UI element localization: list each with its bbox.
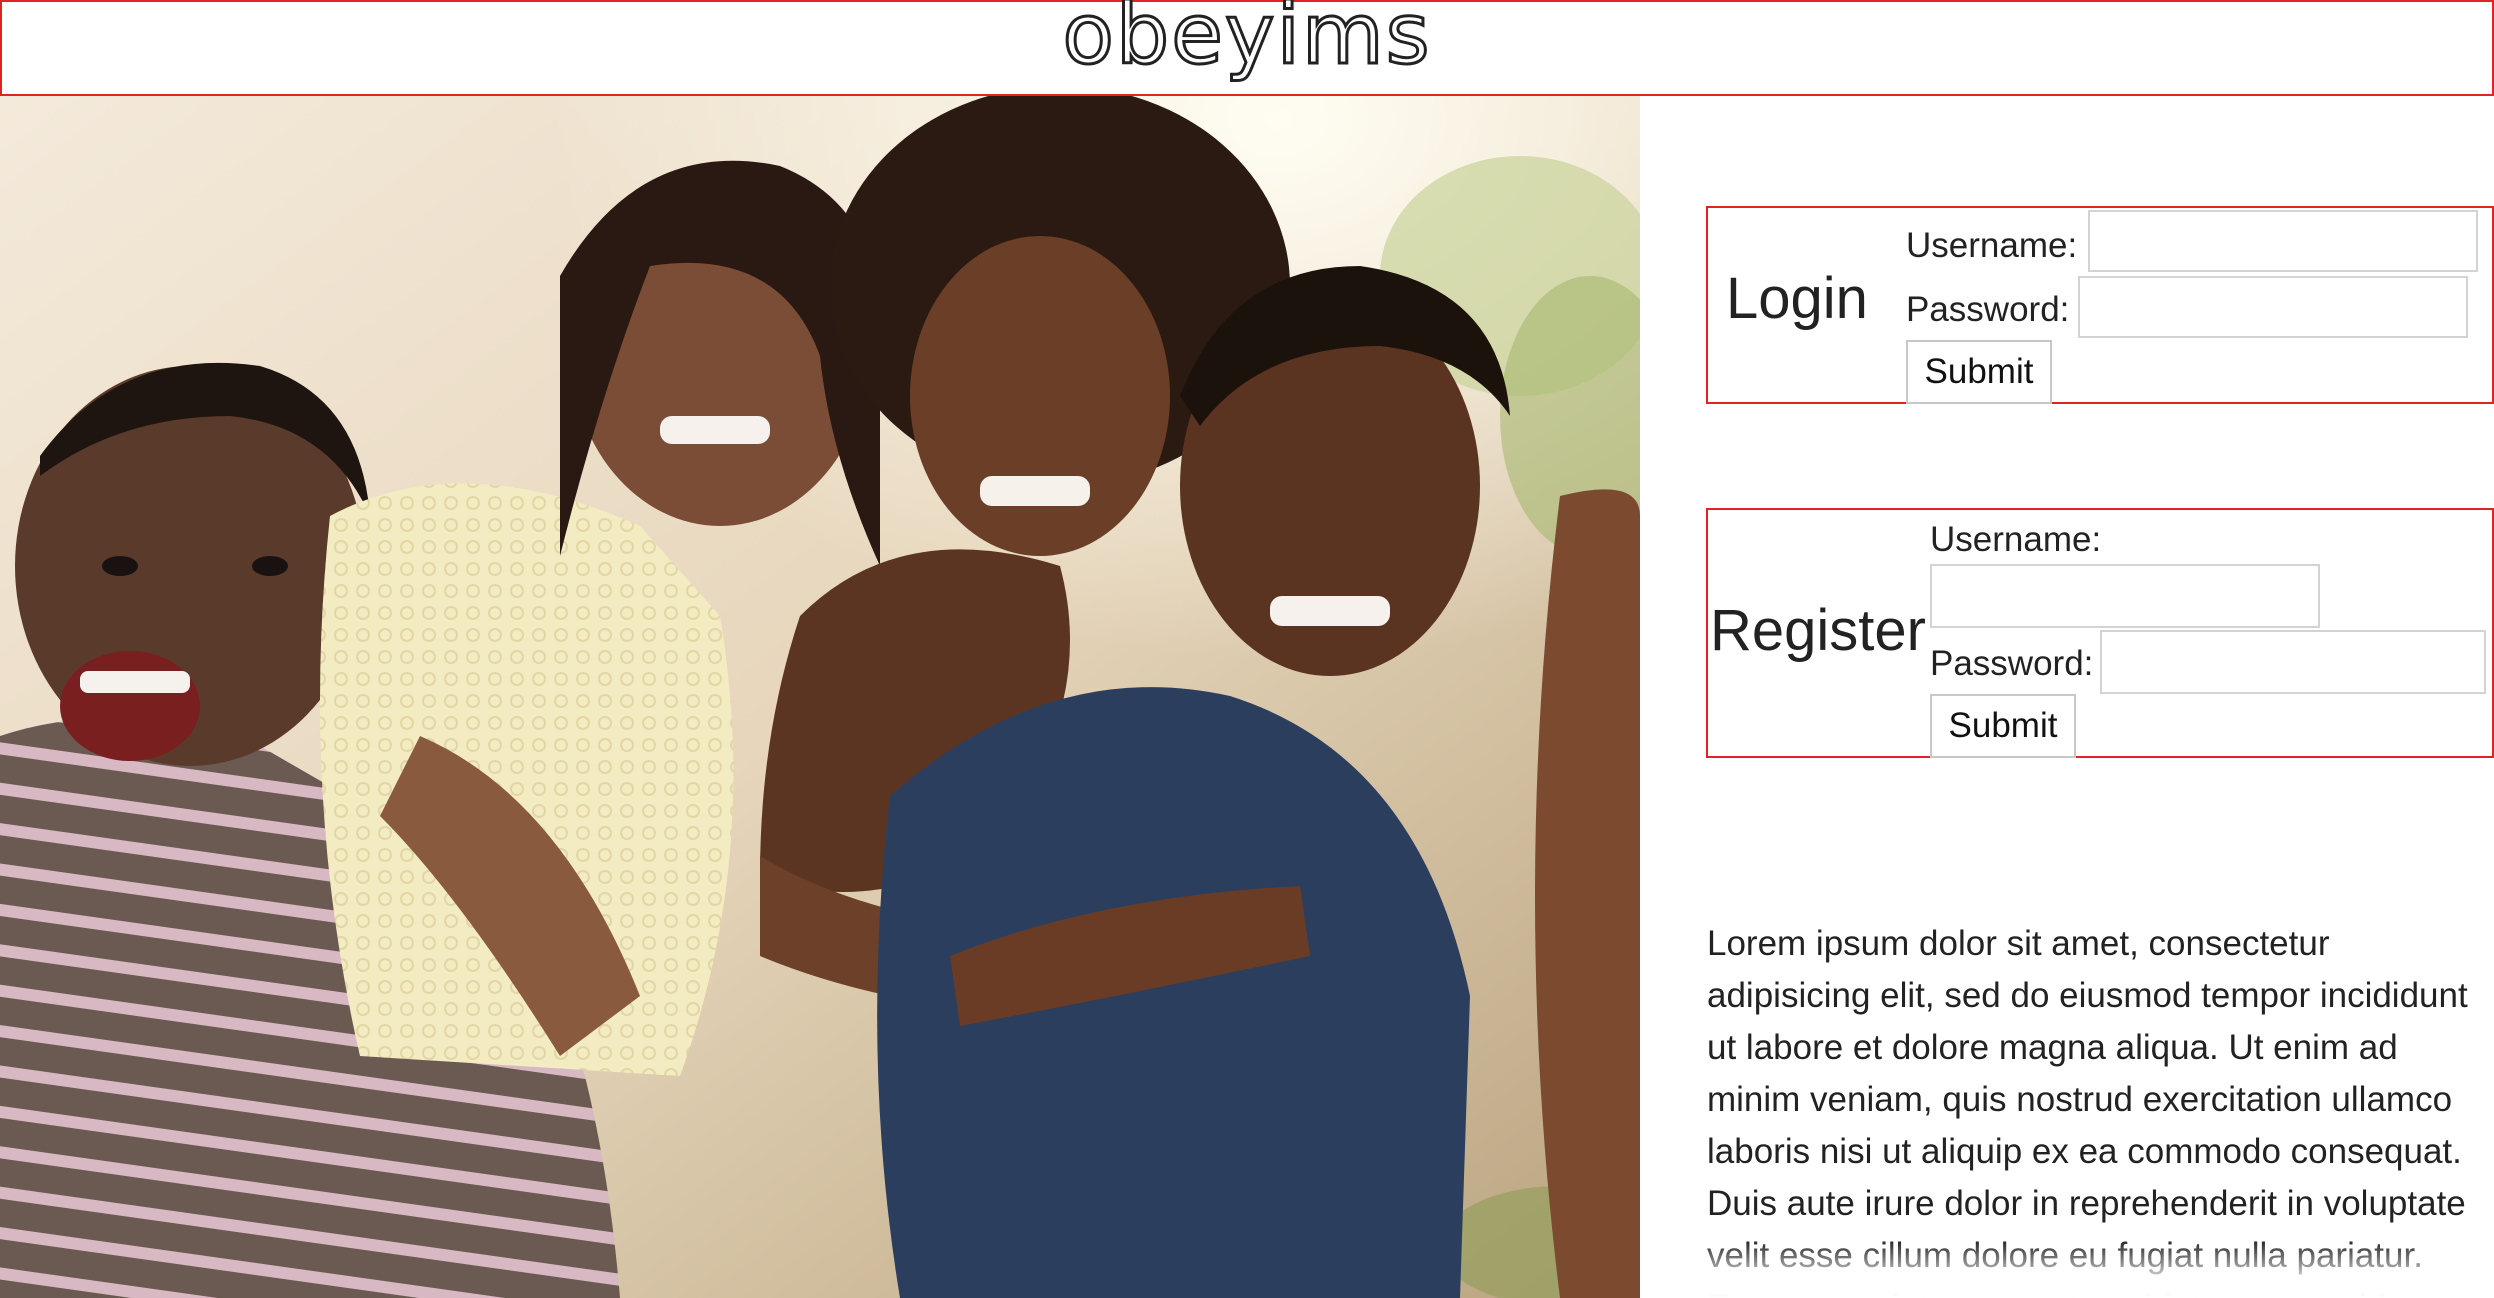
site-logo[interactable]: obeyims bbox=[1061, 0, 1431, 78]
site-header: obeyims bbox=[0, 0, 2494, 96]
login-password-input[interactable] bbox=[2078, 276, 2468, 338]
login-form: Login Username: Password: Submit bbox=[1706, 206, 2494, 404]
login-username-label: Username: bbox=[1906, 226, 2078, 265]
body-paragraph: Lorem ipsum dolor sit amet, consectetur … bbox=[1707, 924, 2468, 1298]
register-username-label: Username: bbox=[1930, 520, 2102, 559]
register-form: Register Username: Password: Submit bbox=[1706, 508, 2494, 758]
register-password-input[interactable] bbox=[2100, 630, 2486, 694]
register-title: Register bbox=[1710, 598, 1926, 663]
register-password-label: Password: bbox=[1930, 644, 2094, 683]
register-submit-button[interactable]: Submit bbox=[1930, 694, 2076, 758]
login-title: Login bbox=[1726, 266, 1868, 331]
page: obeyims Login Username: Password: Submit… bbox=[0, 0, 2494, 1298]
login-username-input[interactable] bbox=[2088, 210, 2478, 272]
hero-photo-illustration bbox=[0, 96, 1640, 1298]
hero-image bbox=[0, 96, 1640, 1298]
register-username-input[interactable] bbox=[1930, 564, 2320, 628]
login-password-label: Password: bbox=[1906, 290, 2070, 329]
login-submit-button[interactable]: Submit bbox=[1906, 340, 2052, 404]
